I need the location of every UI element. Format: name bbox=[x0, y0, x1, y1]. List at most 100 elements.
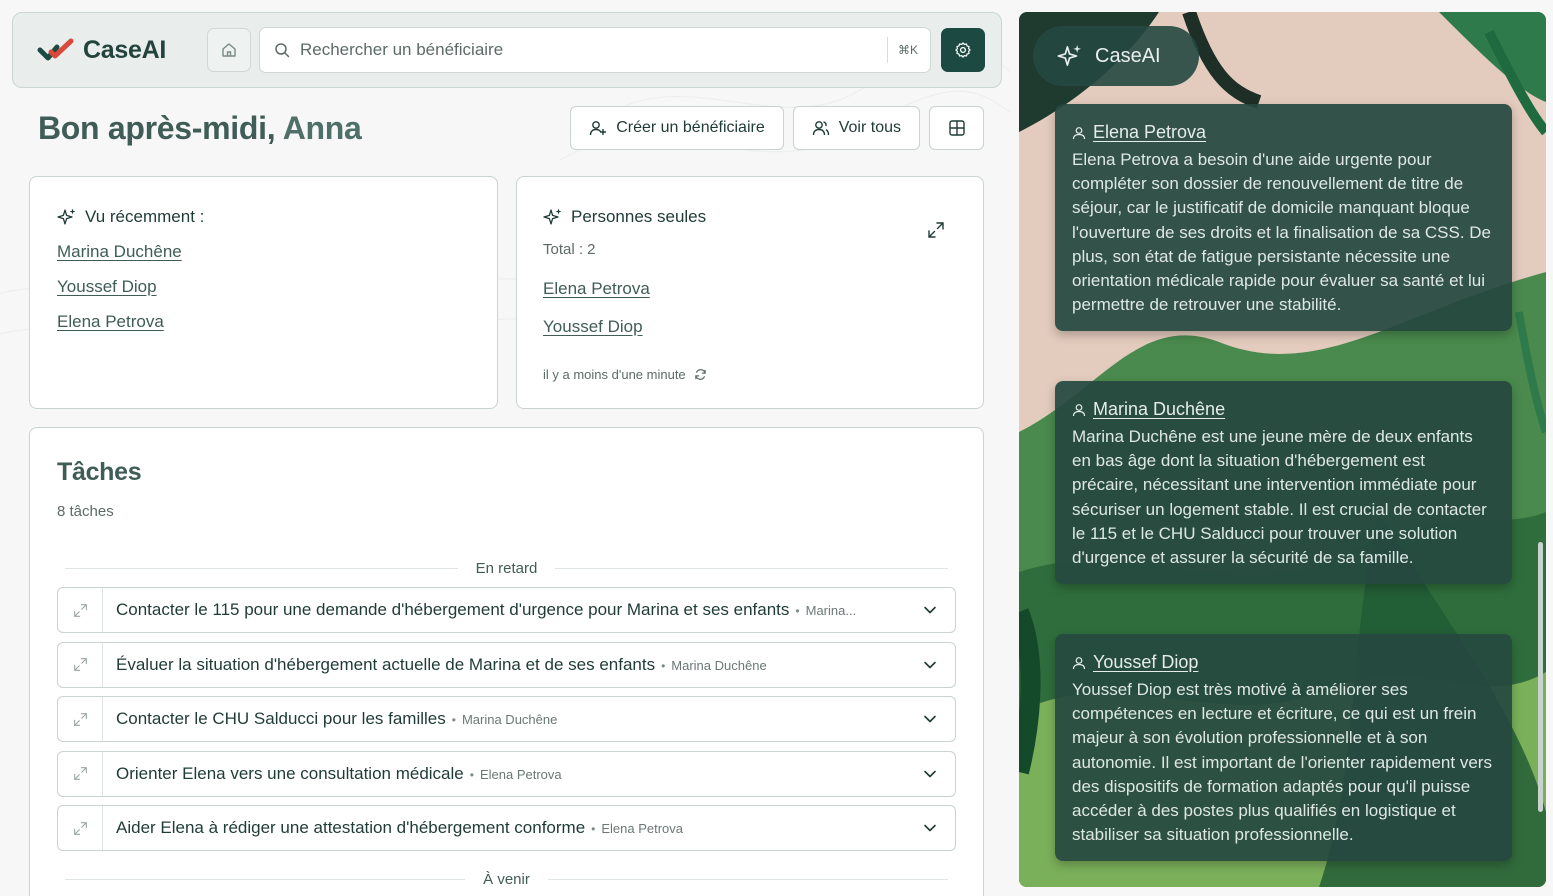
chevron-down-icon bbox=[924, 661, 936, 668]
refresh-icon[interactable] bbox=[694, 368, 707, 381]
ai-card-summary: Youssef Diop est très motivé à améliorer… bbox=[1072, 680, 1492, 845]
lonely-people-label: Personnes seules bbox=[571, 207, 707, 226]
search-placeholder: Rechercher un bénéficiaire bbox=[300, 40, 504, 59]
section-overdue: En retard bbox=[65, 560, 949, 577]
ai-card-name-link[interactable]: Youssef Diop bbox=[1093, 652, 1198, 673]
last-updated: il y a moins d'une minute bbox=[543, 367, 957, 382]
chevron-down-icon bbox=[924, 770, 936, 777]
sparkles-icon bbox=[57, 208, 76, 225]
lonely-people-title: Personnes seules bbox=[543, 207, 957, 227]
task-row[interactable]: Contacter le CHU Salducci pour les famil… bbox=[57, 696, 956, 742]
task-expand-button[interactable] bbox=[58, 806, 103, 850]
task-chevron-button[interactable] bbox=[905, 767, 955, 781]
task-person: Elena Petrova bbox=[601, 821, 684, 836]
task-title: Contacter le CHU Salducci pour les famil… bbox=[116, 709, 446, 728]
users-icon bbox=[812, 121, 829, 136]
app-name: CaseAI bbox=[83, 35, 166, 64]
top-bar: CaseAI Rechercher un bénéficiaire ⌘K bbox=[12, 12, 1002, 88]
sparkles-icon bbox=[1057, 44, 1082, 66]
tasks-title: Tâches bbox=[57, 458, 142, 486]
ai-panel-scrollbar[interactable] bbox=[1538, 542, 1543, 812]
section-overdue-label: En retard bbox=[475, 560, 538, 577]
section-upcoming: À venir bbox=[65, 871, 948, 888]
task-title: Aider Elena à rédiger une attestation d'… bbox=[116, 818, 586, 837]
recently-viewed-list: Marina Duchêne Youssef Diop Elena Petrov… bbox=[57, 242, 470, 332]
task-chevron-button[interactable] bbox=[905, 658, 955, 672]
ai-summary-card: Marina Duchêne Marina Duchêne est une je… bbox=[1055, 381, 1512, 585]
user-icon bbox=[1072, 126, 1086, 139]
chevron-down-icon bbox=[924, 715, 936, 723]
recently-viewed-card: Vu récemment : Marina Duchêne Youssef Di… bbox=[29, 176, 498, 409]
chevron-down-icon bbox=[924, 824, 936, 832]
task-content: Évaluer la situation d'hébergement actue… bbox=[116, 654, 767, 674]
task-content: Contacter le 115 pour une demande d'hébe… bbox=[116, 600, 857, 619]
task-expand-button[interactable] bbox=[58, 697, 103, 741]
expand-icon bbox=[73, 821, 87, 835]
expand-icon bbox=[73, 603, 87, 617]
lonely-link-youssef[interactable]: Youssef Diop bbox=[543, 317, 957, 337]
ai-card-name-link[interactable]: Marina Duchêne bbox=[1093, 399, 1225, 420]
user-icon bbox=[1072, 403, 1086, 416]
greeting-name: Anna bbox=[282, 110, 362, 146]
search-icon bbox=[275, 43, 290, 58]
task-expand-button[interactable] bbox=[58, 751, 103, 796]
app-logo[interactable]: CaseAI bbox=[37, 36, 207, 65]
task-chevron-button[interactable] bbox=[905, 712, 955, 726]
user-plus-icon bbox=[590, 121, 607, 136]
task-expand-button[interactable] bbox=[58, 642, 103, 687]
view-all-label: Voir tous bbox=[838, 119, 901, 136]
lonely-people-total: Total : 2 bbox=[543, 241, 596, 258]
task-row[interactable]: Contacter le 115 pour une demande d'hébe… bbox=[57, 587, 956, 633]
ai-panel: CaseAI Elena Petrova Elena Petrova a bes… bbox=[1019, 12, 1546, 887]
create-beneficiary-button[interactable]: Créer un bénéficiaire bbox=[570, 106, 784, 150]
recent-link-marina[interactable]: Marina Duchêne bbox=[57, 242, 470, 262]
recent-link-elena[interactable]: Elena Petrova bbox=[57, 312, 470, 332]
recent-link-youssef[interactable]: Youssef Diop bbox=[57, 277, 470, 297]
home-icon bbox=[222, 43, 236, 57]
layout-grid-icon bbox=[948, 120, 965, 136]
chevron-down-icon bbox=[924, 606, 936, 614]
layout-toggle-button[interactable] bbox=[929, 106, 984, 150]
task-content: Aider Elena à rédiger une attestation d'… bbox=[116, 818, 684, 837]
task-row[interactable]: Aider Elena à rédiger une attestation d'… bbox=[57, 805, 956, 851]
lonely-link-elena[interactable]: Elena Petrova bbox=[543, 279, 957, 299]
task-title: Contacter le 115 pour une demande d'hébe… bbox=[116, 600, 790, 619]
ai-summary-card: Youssef Diop Youssef Diop est très motiv… bbox=[1055, 634, 1512, 862]
expand-card-button[interactable] bbox=[927, 221, 945, 244]
search-input[interactable]: Rechercher un bénéficiaire ⌘K bbox=[259, 27, 931, 73]
expand-icon bbox=[73, 712, 87, 726]
ai-card-name-link[interactable]: Elena Petrova bbox=[1093, 122, 1206, 143]
gear-icon bbox=[955, 42, 971, 58]
ai-summary-card: Elena Petrova Elena Petrova a besoin d'u… bbox=[1055, 104, 1512, 332]
recently-viewed-title: Vu récemment : bbox=[57, 207, 470, 227]
page-title: Bon après-midi, Anna bbox=[38, 110, 362, 147]
expand-icon bbox=[73, 767, 87, 780]
create-beneficiary-label: Créer un bénéficiaire bbox=[616, 119, 765, 136]
last-updated-text: il y a moins d'une minute bbox=[543, 367, 686, 382]
home-button[interactable] bbox=[207, 28, 251, 72]
tasks-card: Tâches 8 tâches En retard Contacter le 1… bbox=[29, 427, 984, 896]
section-upcoming-label: À venir bbox=[483, 871, 530, 888]
greeting-prefix: Bon après-midi, bbox=[38, 110, 276, 146]
task-person: Marina Duchêne bbox=[461, 712, 558, 727]
recently-viewed-label: Vu récemment : bbox=[85, 207, 205, 226]
lonely-people-list: Elena Petrova Youssef Diop bbox=[543, 279, 957, 337]
settings-button[interactable] bbox=[941, 28, 985, 72]
header-actions: Créer un bénéficiaire Voir tous bbox=[570, 106, 984, 150]
task-person: Marina Duchêne bbox=[671, 657, 767, 673]
task-chevron-button[interactable] bbox=[905, 603, 955, 617]
task-person: Elena Petrova bbox=[479, 766, 562, 782]
search-shortcut: ⌘K bbox=[886, 37, 918, 63]
task-row[interactable]: Orienter Elena vers une consultation méd… bbox=[57, 750, 956, 797]
expand-icon bbox=[73, 658, 87, 671]
lonely-people-card: Personnes seules Total : 2 Elena Petrova… bbox=[516, 176, 984, 409]
view-all-button[interactable]: Voir tous bbox=[792, 106, 920, 150]
task-chevron-button[interactable] bbox=[905, 821, 955, 835]
ai-card-summary: Elena Petrova a besoin d'une aide urgent… bbox=[1072, 150, 1492, 315]
task-expand-button[interactable] bbox=[58, 588, 103, 632]
checkmark-logo-icon bbox=[37, 38, 74, 61]
task-row[interactable]: Évaluer la situation d'hébergement actue… bbox=[57, 641, 956, 688]
expand-icon bbox=[928, 222, 944, 238]
ai-panel-header[interactable]: CaseAI bbox=[1033, 26, 1199, 86]
ai-panel-title: CaseAI bbox=[1095, 44, 1161, 67]
